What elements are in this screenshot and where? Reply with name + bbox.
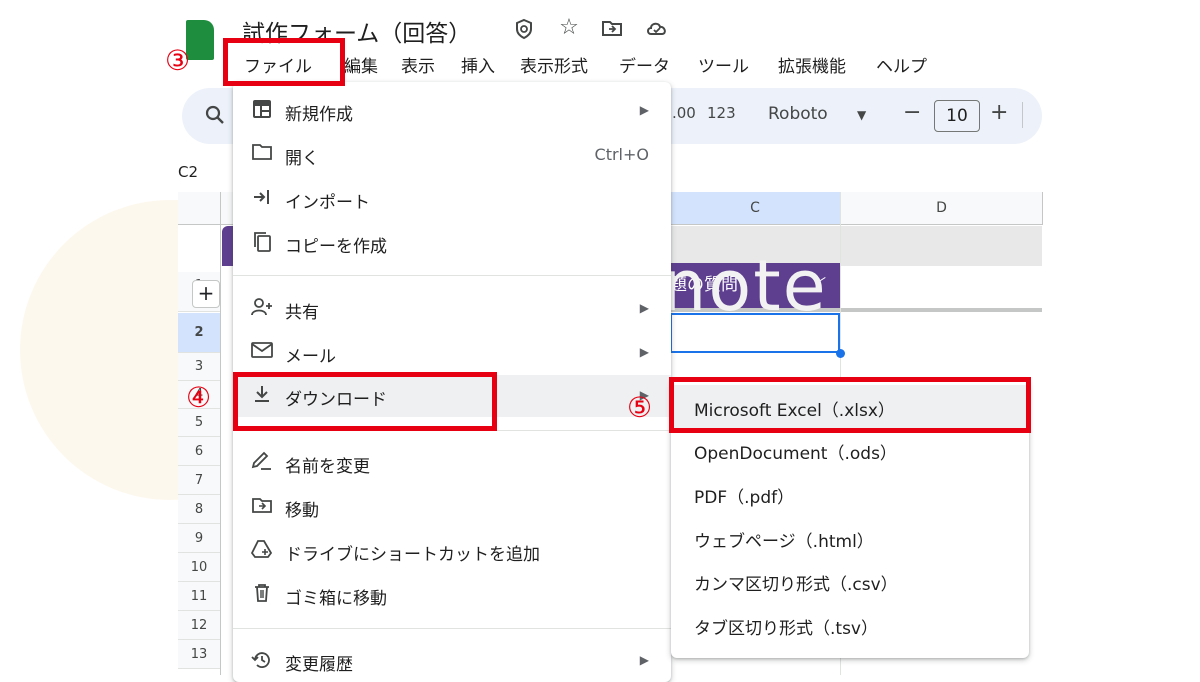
font-size-increase-button[interactable]: + (990, 100, 1008, 125)
selected-cell-c2[interactable] (670, 313, 840, 353)
trash-icon (251, 583, 273, 605)
name-box[interactable]: C2 (178, 163, 198, 181)
rename-icon (251, 451, 273, 473)
menu-item-label: 新規作成 (285, 105, 353, 125)
menu-item-label: 名前を変更 (285, 457, 370, 477)
person-add-icon (251, 297, 273, 319)
row-number[interactable]: 8 (178, 495, 220, 524)
folder-icon (251, 143, 273, 165)
download-html[interactable]: ウェブページ（.html） (671, 516, 1029, 560)
submenu-item-label: ウェブページ（.html） (694, 532, 874, 552)
menu-data[interactable]: データ (619, 52, 670, 77)
menu-item-label: インポート (285, 193, 370, 213)
row-number[interactable]: 13 (178, 640, 220, 669)
submenu-arrow-icon: ▶ (639, 345, 649, 359)
submenu-item-label: タブ区切り形式（.tsv） (694, 619, 878, 639)
menu-item-label: 開く (285, 149, 319, 169)
font-select[interactable]: Roboto (768, 104, 828, 124)
step-3-marker: ③ (165, 44, 191, 77)
highlight-box-xlsx (669, 377, 1031, 433)
menu-format[interactable]: 表示形式 (520, 52, 588, 77)
move-folder-icon[interactable] (600, 18, 624, 43)
step-5-marker: ⑤ (627, 391, 653, 424)
row-number[interactable]: 7 (178, 466, 220, 495)
search-icon[interactable] (204, 104, 226, 130)
import-icon (251, 187, 273, 209)
column-header-d[interactable]: D (841, 192, 1043, 225)
menu-item-move[interactable]: 移動 (233, 486, 671, 528)
row-number[interactable]: 12 (178, 611, 220, 640)
row-number[interactable]: 2 (178, 313, 220, 353)
menu-tools[interactable]: ツール (698, 52, 749, 77)
menu-item-label: 移動 (285, 501, 319, 521)
download-pdf[interactable]: PDF（.pdf） (671, 472, 1029, 516)
menu-divider (233, 275, 671, 276)
row-number[interactable]: 10 (178, 553, 220, 582)
submenu-item-label: カンマ区切り形式（.csv） (694, 575, 898, 595)
menu-item-trash[interactable]: ゴミ箱に移動 (233, 574, 671, 616)
menu-extensions[interactable]: 拡張機能 (778, 52, 846, 77)
toolbar-divider (1022, 102, 1023, 128)
fill-handle[interactable] (836, 349, 845, 358)
menu-item-label: ドライブにショートカットを追加 (285, 545, 540, 565)
more-formats-button[interactable]: 123 (707, 104, 736, 122)
column-header-c[interactable]: C (670, 192, 841, 225)
menu-item-email[interactable]: メール ▶ (233, 332, 671, 374)
sheets-logo[interactable] (186, 20, 214, 60)
highlight-box-file-menu (223, 38, 345, 86)
menu-item-copy[interactable]: コピーを作成 (233, 222, 671, 264)
font-size-decrease-button[interactable]: − (903, 100, 921, 125)
font-size-input[interactable]: 10 (934, 100, 980, 132)
menu-item-import[interactable]: インポート (233, 178, 671, 220)
star-icon[interactable]: ☆ (557, 15, 581, 40)
menu-insert[interactable]: 挿入 (461, 52, 495, 77)
add-button[interactable]: + (192, 280, 220, 308)
menu-item-label: コピーを作成 (285, 237, 387, 257)
row-number[interactable]: 11 (178, 582, 220, 611)
history-icon (251, 649, 273, 671)
row-number[interactable]: 9 (178, 524, 220, 553)
menu-item-open[interactable]: 開く Ctrl+O (233, 134, 671, 176)
submenu-arrow-icon: ▶ (639, 301, 649, 315)
move-folder-icon (251, 495, 273, 517)
mail-icon (251, 341, 273, 363)
menu-item-share[interactable]: 共有 ▶ (233, 288, 671, 330)
highlight-box-download (233, 372, 497, 431)
cloud-icon[interactable] (645, 18, 669, 43)
download-ods[interactable]: OpenDocument（.ods） (671, 428, 1029, 472)
submenu-arrow-icon: ▶ (639, 103, 649, 117)
submenu-item-label: PDF（.pdf） (694, 488, 795, 508)
download-csv[interactable]: カンマ区切り形式（.csv） (671, 559, 1029, 603)
drive-shortcut-icon (250, 539, 273, 561)
menu-edit[interactable]: 編集 (344, 52, 378, 77)
decimal-increase-icon[interactable]: .00 (672, 104, 696, 122)
chevron-down-icon[interactable]: ▼ (857, 108, 866, 122)
submenu-item-label: OpenDocument（.ods） (694, 444, 897, 464)
menu-item-label: メール (285, 347, 336, 367)
menu-help[interactable]: ヘルプ (876, 52, 927, 77)
menu-divider (233, 628, 671, 629)
row-header-divider (220, 192, 221, 675)
menu-item-new[interactable]: 新規作成 ▶ (233, 90, 671, 132)
menu-view[interactable]: 表示 (401, 52, 435, 77)
row-number[interactable]: 3 (178, 353, 220, 381)
new-sheet-icon (251, 99, 273, 121)
step-4-marker: ④ (186, 381, 212, 414)
shortcut-text: Ctrl+O (594, 145, 649, 164)
row-number[interactable]: 6 (178, 437, 220, 466)
menu-item-label: 共有 (285, 303, 319, 323)
menu-item-rename[interactable]: 名前を変更 (233, 442, 671, 484)
submenu-arrow-icon: ▶ (639, 653, 649, 667)
menu-item-label: ゴミ箱に移動 (285, 589, 387, 609)
copy-icon (251, 231, 273, 253)
menu-item-version-history[interactable]: 変更履歴 ▶ (233, 640, 671, 682)
menu-item-label: 変更履歴 (285, 655, 353, 675)
badge-icon[interactable] (512, 18, 536, 45)
download-tsv[interactable]: タブ区切り形式（.tsv） (671, 603, 1029, 647)
menu-item-drive-shortcut[interactable]: ドライブにショートカットを追加 (233, 530, 671, 572)
select-all-corner[interactable] (178, 192, 221, 225)
